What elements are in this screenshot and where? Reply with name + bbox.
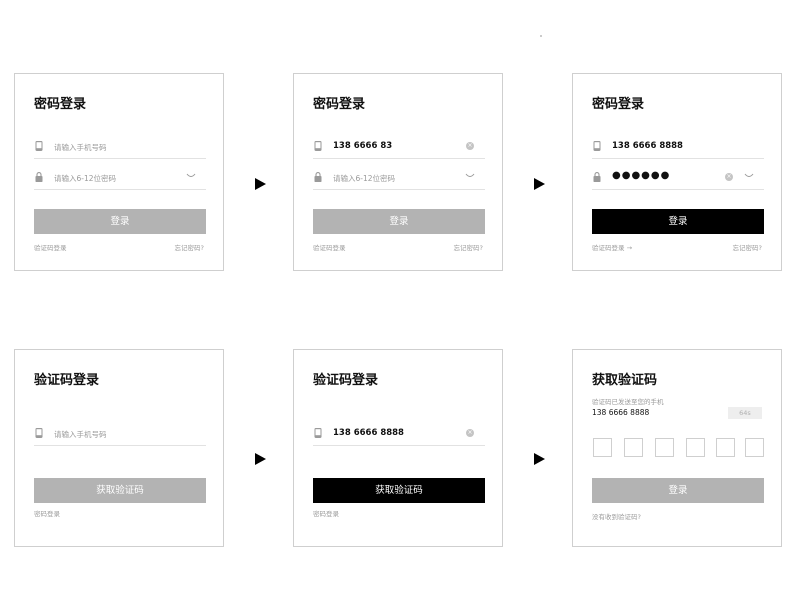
code-sent-notice: 验证码已发送至您的手机 [592, 398, 664, 406]
get-code-button[interactable]: 获取验证码 [313, 478, 485, 503]
no-code-link[interactable]: 没有收到验证码? [592, 511, 641, 521]
password-masked-value: ●●●●●● [612, 170, 671, 181]
password-login-card-empty: 密码登录 请输入手机号码 请输入6-12位密码 登录 验证码登录 忘记密码? [14, 73, 224, 271]
eye-closed-icon[interactable] [744, 173, 754, 179]
clear-icon[interactable]: × [725, 173, 733, 181]
code-digit-input[interactable] [655, 438, 674, 457]
code-digit-input[interactable] [624, 438, 643, 457]
forgot-password-link[interactable]: 忘记密码? [733, 242, 762, 252]
login-button[interactable]: 登录 [592, 209, 764, 234]
code-digit-input[interactable] [593, 438, 612, 457]
get-code-button[interactable]: 获取验证码 [34, 478, 206, 503]
phone-icon [35, 428, 43, 438]
password-field[interactable]: ●●●●●● × [592, 168, 764, 190]
arrow-right-icon [255, 453, 266, 465]
password-field[interactable]: 请输入6-12位密码 [34, 168, 206, 190]
lock-icon [314, 172, 322, 182]
arrow-right-icon [534, 453, 545, 465]
card-title: 验证码登录 [34, 373, 100, 388]
lock-icon [593, 172, 601, 182]
forgot-password-link[interactable]: 忘记密码? [175, 242, 204, 252]
login-button[interactable]: 登录 [592, 478, 764, 503]
arrow-right-icon [534, 178, 545, 190]
login-button[interactable]: 登录 [313, 209, 485, 234]
phone-value: 138 6666 83 [333, 141, 393, 151]
forgot-password-link[interactable]: 忘记密码? [454, 242, 483, 252]
sms-login-card-empty: 验证码登录 请输入手机号码 获取验证码 密码登录 [14, 349, 224, 547]
phone-icon [314, 141, 322, 151]
phone-field[interactable]: 138 6666 83 × [313, 137, 485, 159]
eye-closed-icon[interactable] [465, 173, 475, 179]
card-title: 获取验证码 [592, 373, 658, 388]
phone-icon [593, 141, 601, 151]
phone-placeholder: 请输入手机号码 [54, 143, 107, 152]
phone-value: 138 6666 8888 [333, 428, 404, 438]
sms-login-link[interactable]: 验证码登录 [34, 242, 67, 252]
resend-countdown: 64s [728, 407, 762, 419]
clear-icon[interactable]: × [466, 429, 474, 437]
card-title: 密码登录 [592, 97, 645, 112]
card-title: 密码登录 [313, 97, 366, 112]
password-placeholder: 请输入6-12位密码 [333, 174, 396, 183]
sms-login-link[interactable]: 验证码登录 [313, 242, 346, 252]
card-title: 验证码登录 [313, 373, 379, 388]
lock-icon [35, 172, 43, 182]
phone-field[interactable]: 138 6666 8888 [592, 137, 764, 159]
phone-number: 138 6666 8888 [592, 408, 650, 417]
phone-field[interactable]: 请输入手机号码 [34, 137, 206, 159]
password-field[interactable]: 请输入6-12位密码 [313, 168, 485, 190]
password-placeholder: 请输入6-12位密码 [54, 174, 117, 183]
arrow-right-icon [255, 178, 266, 190]
code-digit-input[interactable] [716, 438, 735, 457]
clear-icon[interactable]: × [466, 142, 474, 150]
password-login-card-filled: 密码登录 138 6666 8888 ●●●●●● × 登录 验证码登录 → 忘… [572, 73, 782, 271]
eye-closed-icon[interactable] [186, 173, 196, 179]
card-title: 密码登录 [34, 97, 87, 112]
phone-field[interactable]: 138 6666 8888 × [313, 424, 485, 446]
login-button[interactable]: 登录 [34, 209, 206, 234]
decorative-dot [540, 35, 542, 37]
password-login-link[interactable]: 密码登录 [34, 508, 60, 518]
phone-field[interactable]: 请输入手机号码 [34, 424, 206, 446]
code-digit-input[interactable] [686, 438, 705, 457]
phone-icon [35, 141, 43, 151]
phone-placeholder: 请输入手机号码 [54, 430, 107, 439]
password-login-card-typing: 密码登录 138 6666 83 × 请输入6-12位密码 登录 验证码登录 忘… [293, 73, 503, 271]
password-login-link[interactable]: 密码登录 [313, 508, 339, 518]
phone-icon [314, 428, 322, 438]
verification-code-card: 获取验证码 验证码已发送至您的手机 138 6666 8888 64s 登录 没… [572, 349, 782, 547]
code-digit-input[interactable] [745, 438, 764, 457]
phone-value: 138 6666 8888 [612, 141, 683, 151]
sms-login-link[interactable]: 验证码登录 → [592, 242, 632, 252]
sms-login-card-filled: 验证码登录 138 6666 8888 × 获取验证码 密码登录 [293, 349, 503, 547]
